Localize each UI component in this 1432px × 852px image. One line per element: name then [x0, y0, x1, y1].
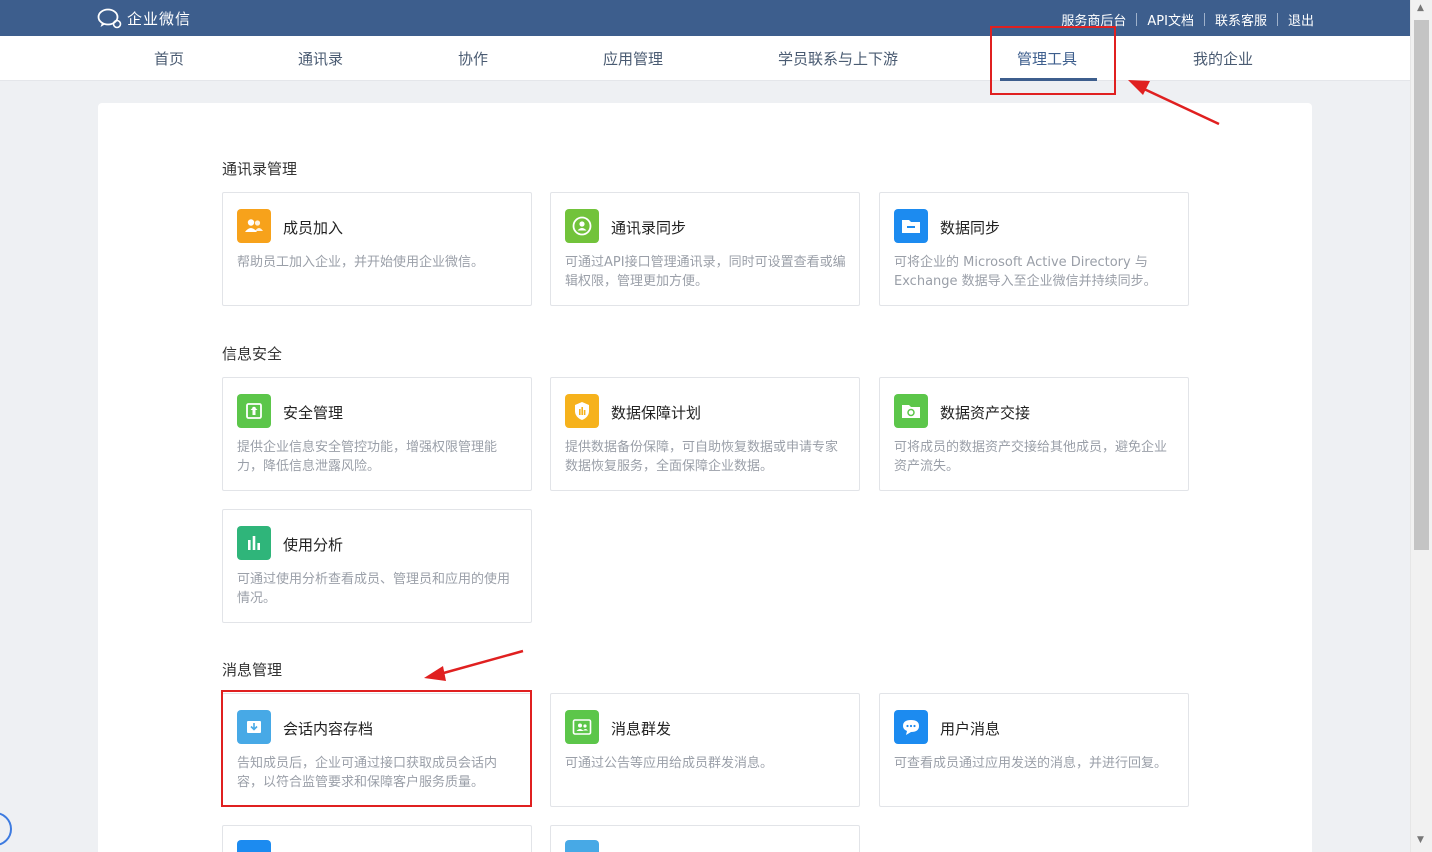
nav-contacts[interactable]: 通讯录: [298, 48, 343, 69]
card-title: 成员加入: [283, 219, 344, 237]
card-description: 可通过使用分析查看成员、管理员和应用的使用情况。: [237, 572, 511, 606]
card-description: 帮助员工加入企业，并开始使用企业微信。: [237, 255, 485, 270]
card-usage-analysis[interactable]: 使用分析 可通过使用分析查看成员、管理员和应用的使用情况。: [222, 509, 532, 623]
main-nav: 首页 通讯录 协作 应用管理 学员联系与上下游 管理工具 我的企业: [0, 36, 1410, 81]
nav-my-enterprise[interactable]: 我的企业: [1193, 48, 1253, 69]
logout-link[interactable]: 退出: [1288, 10, 1314, 29]
archive-icon: [237, 710, 271, 744]
scroll-down-arrow-icon[interactable]: ▼: [1417, 835, 1424, 845]
card-description: 可将成员的数据资产交接给其他成员，避免企业资产流失。: [894, 440, 1168, 474]
card-partial[interactable]: [550, 825, 860, 852]
link-divider: [1276, 13, 1278, 26]
card-security-management[interactable]: 安全管理 提供企业信息安全管控功能，增强权限管理能力，降低信息泄露风险。: [222, 377, 532, 491]
card-user-messages[interactable]: 用户消息 可查看成员通过应用发送的消息，并进行回复。: [879, 693, 1189, 807]
card-member-join[interactable]: 成员加入 帮助员工加入企业，并开始使用企业微信。: [222, 192, 532, 306]
card-title: 安全管理: [283, 404, 344, 422]
card-title: 会话内容存档: [283, 720, 374, 738]
card-title: 通讯录同步: [611, 219, 687, 237]
shield-icon: [565, 394, 599, 428]
settings-icon: [565, 840, 599, 852]
card-title: 用户消息: [940, 720, 1001, 738]
bar-chart-icon: [237, 526, 271, 560]
security-icon: [237, 394, 271, 428]
card-mass-message[interactable]: 消息群发 可通过公告等应用给成员群发消息。: [550, 693, 860, 807]
card-title: 数据保障计划: [611, 404, 702, 422]
section-title-contacts: 通讯录管理: [222, 160, 298, 178]
contact-support-link[interactable]: 联系客服: [1215, 10, 1267, 29]
logo[interactable]: 企业微信: [97, 7, 191, 29]
scroll-up-arrow-icon[interactable]: ▲: [1417, 3, 1424, 13]
page-scrollbar[interactable]: ▲ ▼: [1410, 0, 1432, 852]
wecom-logo-icon: [97, 8, 122, 29]
broadcast-icon: [565, 710, 599, 744]
contacts-sync-icon: [565, 209, 599, 243]
data-sync-folder-icon: [894, 209, 928, 243]
card-partial[interactable]: [222, 825, 532, 852]
card-title: 数据资产交接: [940, 404, 1031, 422]
card-data-asset-handover[interactable]: 数据资产交接 可将成员的数据资产交接给其他成员，避免企业资产流失。: [879, 377, 1189, 491]
card-title: 数据同步: [940, 219, 1001, 237]
members-join-icon: [237, 209, 271, 243]
nav-active-indicator: [1000, 78, 1097, 81]
nav-app-management[interactable]: 应用管理: [603, 48, 663, 69]
card-description: 提供企业信息安全管控功能，增强权限管理能力，降低信息泄露风险。: [237, 440, 498, 474]
card-title: 消息群发: [611, 720, 672, 738]
top-bar: 企业微信 服务商后台 API文档 联系客服 退出: [0, 0, 1410, 36]
api-docs-link[interactable]: API文档: [1147, 10, 1194, 29]
nav-collaboration[interactable]: 协作: [458, 48, 488, 69]
nav-management-tools[interactable]: 管理工具: [1017, 48, 1077, 69]
scrollbar-thumb[interactable]: [1414, 20, 1429, 550]
floating-help-icon[interactable]: [0, 812, 12, 846]
card-data-sync[interactable]: 数据同步 可将企业的 Microsoft Active Directory 与 …: [879, 192, 1189, 306]
asset-handover-icon: [894, 394, 928, 428]
card-description: 告知成员后，企业可通过接口获取成员会话内容，以符合监管要求和保障客户服务质量。: [237, 756, 498, 790]
card-contacts-sync[interactable]: 通讯录同步 可通过API接口管理通讯录，同时可设置查看或编辑权限，管理更加方便。: [550, 192, 860, 306]
logo-text: 企业微信: [127, 9, 192, 28]
section-title-security: 信息安全: [222, 345, 283, 363]
link-divider: [1136, 13, 1138, 26]
card-data-protection-plan[interactable]: 数据保障计划 提供数据备份保障，可自助恢复数据或申请专家数据恢复服务，全面保障企…: [550, 377, 860, 491]
nav-home[interactable]: 首页: [154, 48, 184, 69]
top-links: 服务商后台 API文档 联系客服 退出: [1061, 10, 1314, 29]
card-description: 提供数据备份保障，可自助恢复数据或申请专家数据恢复服务，全面保障企业数据。: [565, 440, 839, 474]
card-description: 可查看成员通过应用发送的消息，并进行回复。: [894, 756, 1168, 771]
card-chat-archive[interactable]: 会话内容存档 告知成员后，企业可通过接口获取成员会话内容，以符合监管要求和保障客…: [222, 693, 532, 807]
provider-backend-link[interactable]: 服务商后台: [1061, 10, 1126, 29]
link-divider: [1203, 13, 1205, 26]
card-description: 可将企业的 Microsoft Active Directory 与 Excha…: [894, 255, 1157, 289]
card-title: 使用分析: [283, 536, 344, 554]
section-title-messages: 消息管理: [222, 661, 283, 679]
card-description: 可通过API接口管理通讯录，同时可设置查看或编辑权限，管理更加方便。: [565, 255, 846, 289]
app-icon: [237, 840, 271, 852]
nav-customer-contact[interactable]: 学员联系与上下游: [778, 48, 898, 69]
card-description: 可通过公告等应用给成员群发消息。: [565, 756, 774, 771]
chat-bubble-icon: [894, 710, 928, 744]
